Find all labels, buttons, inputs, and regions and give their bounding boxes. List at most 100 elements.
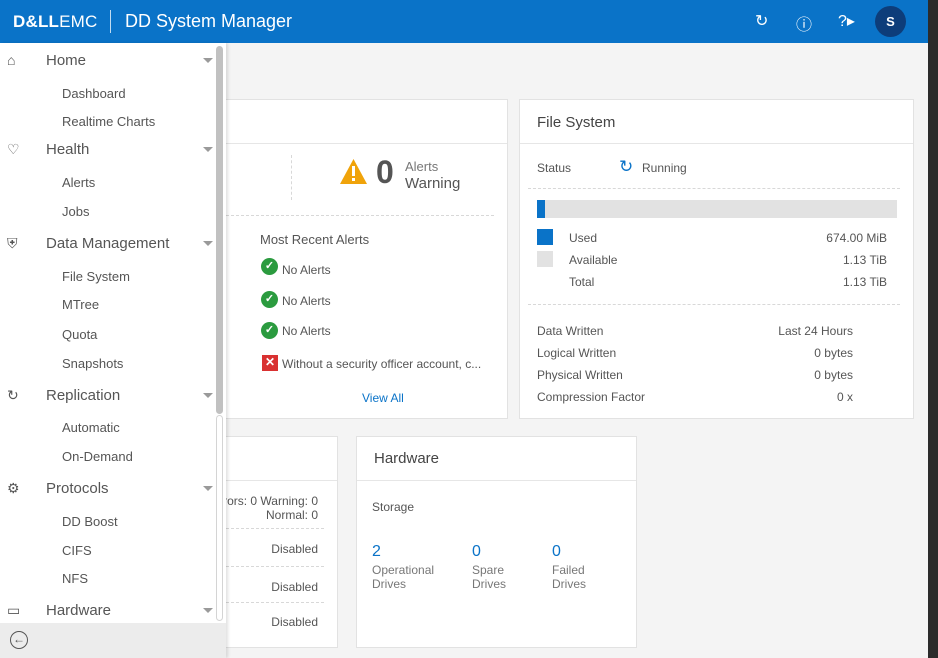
sidebar-item-mtree[interactable]: MTree — [62, 297, 99, 312]
chevron-down-icon — [203, 147, 213, 152]
sidebar-group-protocols[interactable]: ⚙ Protocols — [0, 475, 215, 503]
sidebar-group-replication[interactable]: ↻ Replication — [0, 382, 215, 410]
services-summary: rors: 0 Warning: 0 — [223, 494, 318, 508]
info-icon[interactable]: ⓘ — [796, 11, 812, 35]
sidebar: ⌂ Home Dashboard Realtime Charts ♡ Healt… — [0, 43, 226, 658]
drive-icon: ▭ — [7, 602, 21, 618]
compression-factor-label: Compression Factor — [537, 390, 646, 404]
window-edge — [928, 0, 938, 658]
alerts-separator — [226, 215, 494, 216]
used-label: Used — [569, 231, 598, 245]
sidebar-item-alerts[interactable]: Alerts — [62, 175, 95, 190]
alert-item: No Alerts — [282, 324, 331, 338]
sidebar-scrollbar-lower[interactable] — [216, 415, 223, 621]
physical-written-value: 0 bytes — [814, 368, 853, 382]
sidebar-group-home[interactable]: ⌂ Home — [0, 47, 215, 75]
sidebar-item-dashboard[interactable]: Dashboard — [62, 86, 126, 101]
avatar[interactable]: S — [875, 6, 906, 37]
service-status: Disabled — [271, 580, 318, 594]
sidebar-group-label: Health — [46, 141, 90, 158]
sidebar-item-nfs[interactable]: NFS — [62, 571, 88, 586]
alert-item-error[interactable]: Without a security officer account, c... — [282, 357, 481, 371]
chevron-down-icon — [203, 608, 213, 613]
fs-separator — [528, 304, 900, 305]
sidebar-group-label: Data Management — [46, 235, 170, 252]
ok-icon: ✓ — [261, 258, 278, 275]
failed-drives-label: Failed Drives — [552, 563, 587, 591]
running-icon: ↻ — [619, 157, 634, 176]
operational-drives-label: Operational Drives — [372, 563, 435, 591]
logical-written-value: 0 bytes — [814, 346, 853, 360]
usage-bar-fill — [537, 200, 545, 218]
warning-label-top: Alerts — [405, 159, 439, 174]
chevron-down-icon — [203, 486, 213, 491]
sidebar-item-on-demand[interactable]: On-Demand — [62, 449, 133, 464]
services-summary-normal: Normal: 0 — [265, 508, 318, 522]
view-all-link[interactable]: View All — [362, 391, 404, 405]
sidebar-item-snapshots[interactable]: Snapshots — [62, 356, 123, 371]
services-separator — [226, 566, 324, 567]
failed-drives-count[interactable]: 0 — [552, 543, 561, 561]
app-title: DD System Manager — [125, 11, 293, 31]
sidebar-item-jobs[interactable]: Jobs — [62, 204, 89, 219]
services-separator — [226, 602, 324, 603]
help-icon[interactable]: ?▸ — [838, 11, 855, 31]
alerts-divider — [291, 155, 292, 200]
sidebar-group-label: Home — [46, 52, 87, 69]
hardware-card: Hardware — [356, 436, 637, 648]
warning-count[interactable]: 0 — [376, 154, 394, 191]
file-system-card-header: File System — [520, 100, 913, 144]
fs-separator — [528, 188, 900, 189]
compression-factor-value: 0 x — [836, 390, 853, 404]
service-status: Disabled — [271, 542, 318, 556]
data-written-label: Data Written — [537, 324, 604, 338]
most-recent-alerts-title: Most Recent Alerts — [260, 232, 370, 247]
logical-written-label: Logical Written — [537, 346, 617, 360]
used-swatch — [537, 229, 553, 245]
sidebar-item-file-system[interactable]: File System — [62, 269, 130, 284]
spare-drives-count[interactable]: 0 — [472, 543, 481, 561]
alert-item: No Alerts — [282, 263, 331, 277]
alerts-card-header — [191, 100, 507, 144]
sidebar-group-label: Replication — [46, 387, 121, 404]
sidebar-group-label: Hardware — [46, 602, 112, 619]
alert-item: No Alerts — [282, 294, 331, 308]
used-value: 674.00 MiB — [826, 231, 887, 245]
sidebar-group-data-management[interactable]: ⛨ Data Management — [0, 230, 215, 258]
sidebar-item-realtime-charts[interactable]: Realtime Charts — [62, 114, 155, 129]
total-value: 1.13 TiB — [842, 275, 887, 289]
sidebar-scrollbar-thumb[interactable] — [216, 46, 223, 414]
collapse-sidebar-icon[interactable]: ← — [10, 631, 28, 649]
operational-drives-count[interactable]: 2 — [372, 543, 381, 561]
sidebar-item-cifs[interactable]: CIFS — [62, 543, 92, 558]
file-system-title[interactable]: File System — [537, 114, 615, 131]
sidebar-item-automatic[interactable]: Automatic — [62, 420, 120, 435]
error-icon: ✕ — [262, 355, 278, 371]
dell-emc-logo: D&LLEMC — [13, 12, 98, 31]
alerts-card — [190, 99, 508, 419]
sidebar-group-label: Protocols — [46, 480, 109, 497]
refresh-icon[interactable]: ↻ — [755, 11, 768, 31]
sidebar-group-hardware[interactable]: ▭ Hardware — [0, 597, 215, 625]
sidebar-footer: ← — [0, 623, 226, 658]
hardware-title[interactable]: Hardware — [374, 450, 439, 467]
sidebar-group-health[interactable]: ♡ Health — [0, 136, 215, 164]
usage-bar — [537, 200, 897, 218]
chevron-down-icon — [203, 393, 213, 398]
chevron-down-icon — [203, 58, 213, 63]
top-header: D&LLEMC DD System Manager ↻ ⓘ ?▸ S — [0, 0, 928, 43]
service-status: Disabled — [271, 615, 318, 629]
sidebar-item-quota[interactable]: Quota — [62, 327, 97, 342]
status-value: Running — [642, 161, 687, 175]
header-divider — [110, 10, 111, 33]
hardware-card-header: Hardware — [357, 437, 636, 481]
shield-icon: ⛨ — [7, 235, 18, 251]
available-swatch — [537, 251, 553, 267]
available-label: Available — [569, 253, 618, 267]
sync-icon: ↻ — [7, 387, 19, 403]
protocols-icon: ⚙ — [7, 480, 20, 496]
services-separator — [226, 528, 324, 529]
sidebar-item-dd-boost[interactable]: DD Boost — [62, 514, 118, 529]
ok-icon: ✓ — [261, 322, 278, 339]
spare-drives-label: Spare Drives — [472, 563, 507, 591]
